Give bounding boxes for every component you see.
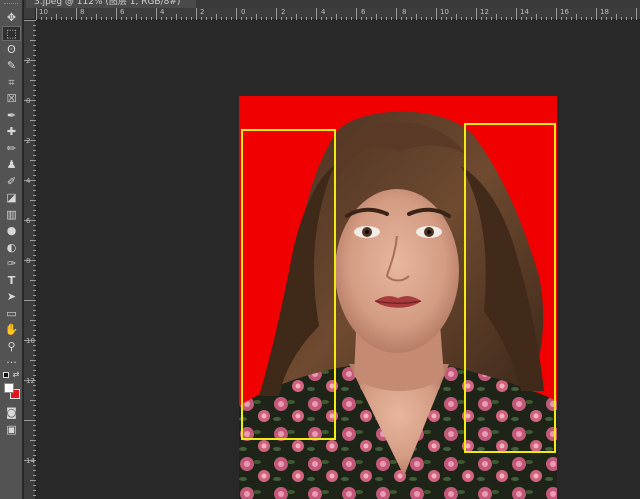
default-colors-icon[interactable] [3,372,9,378]
horizontal-ruler[interactable]: 10 8 6 4 2 0 2 4 6 8 10 12 14 16 18 [36,8,640,20]
history-brush-tool-icon[interactable]: ✐ [2,174,21,189]
lasso-tool-icon[interactable]: ʘ [2,42,21,57]
foreground-color-swatch[interactable] [4,383,14,393]
zoom-tool-icon[interactable]: ⚲ [2,339,21,354]
frame-tool-icon[interactable]: ☒ [2,91,21,106]
ruler-label: 14 [520,8,529,16]
brush-tool-icon[interactable]: ✏ [2,141,21,156]
document-tab[interactable]: 3.jpeg @ 112% (图层 1, RGB/8#) [26,0,196,8]
selection-rectangle-left[interactable] [241,129,336,440]
healing-brush-tool-icon[interactable]: ✚ [2,124,21,139]
vertical-ruler[interactable]: 2 0 2 4 6 8 10 12 14 [24,20,36,499]
ruler-label: 4 [26,177,31,185]
ruler-label: 4 [160,8,165,16]
ruler-label: 6 [26,217,31,225]
horizontal-ruler-ticks [36,8,637,20]
ruler-label: 6 [361,8,366,16]
ruler-origin[interactable] [24,8,36,20]
type-tool-icon[interactable]: T [2,273,21,288]
ruler-label: 2 [281,8,286,16]
selection-rectangle-right[interactable] [464,123,556,453]
ruler-label: 4 [321,8,326,16]
toolbar-grip[interactable] [4,3,18,6]
ruler-label: 18 [600,8,609,16]
ruler-label: 6 [120,8,125,16]
crop-tool-icon[interactable]: ⌗ [2,75,21,90]
path-select-tool-icon[interactable]: ➤ [2,289,21,304]
tools-panel: ✥ ⬚ ʘ ✎ ⌗ ☒ ✒ ✚ ✏ ♟ ✐ ◪ ▥ ● ◐ ✑ T ➤ ▭ ✋ … [0,0,23,499]
ruler-label: 2 [26,57,31,65]
marquee-tool-icon[interactable]: ⬚ [2,26,21,41]
gradient-tool-icon[interactable]: ▥ [2,207,21,222]
quick-select-tool-icon[interactable]: ✎ [2,58,21,73]
eyedropper-tool-icon[interactable]: ✒ [2,108,21,123]
ruler-label: 8 [26,257,31,265]
move-tool-icon[interactable]: ✥ [2,10,21,25]
ruler-label: 0 [241,8,246,16]
rectangle-tool-icon[interactable]: ▭ [2,306,21,321]
ruler-label: 12 [26,377,35,385]
ruler-label: 12 [480,8,489,16]
ruler-label: 8 [80,8,85,16]
ruler-label: 10 [39,8,48,16]
portrait-photo[interactable] [239,96,557,499]
photoshop-window: ✥ ⬚ ʘ ✎ ⌗ ☒ ✒ ✚ ✏ ♟ ✐ ◪ ▥ ● ◐ ✑ T ➤ ▭ ✋ … [0,0,640,499]
swap-colors-icon[interactable]: ⇄ [11,370,21,380]
ruler-label: 16 [560,8,569,16]
more-tools-icon[interactable]: ··· [2,355,21,370]
ruler-label: 2 [26,137,31,145]
ruler-label: 0 [26,97,31,105]
pen-tool-icon[interactable]: ✑ [2,256,21,271]
hand-tool-icon[interactable]: ✋ [2,322,21,337]
quick-mask-icon[interactable]: ◙ [2,405,21,420]
clone-stamp-tool-icon[interactable]: ♟ [2,157,21,172]
ruler-label: 14 [26,457,35,465]
document-tab-bar: 3.jpeg @ 112% (图层 1, RGB/8#) [24,0,640,8]
ruler-label: 2 [200,8,205,16]
ruler-label: 10 [440,8,449,16]
dodge-tool-icon[interactable]: ◐ [2,240,21,255]
ruler-label: 10 [26,337,35,345]
eraser-tool-icon[interactable]: ◪ [2,190,21,205]
ruler-label: 8 [402,8,407,16]
blur-tool-icon[interactable]: ● [2,223,21,238]
screen-mode-icon[interactable]: ▣ [2,422,21,437]
